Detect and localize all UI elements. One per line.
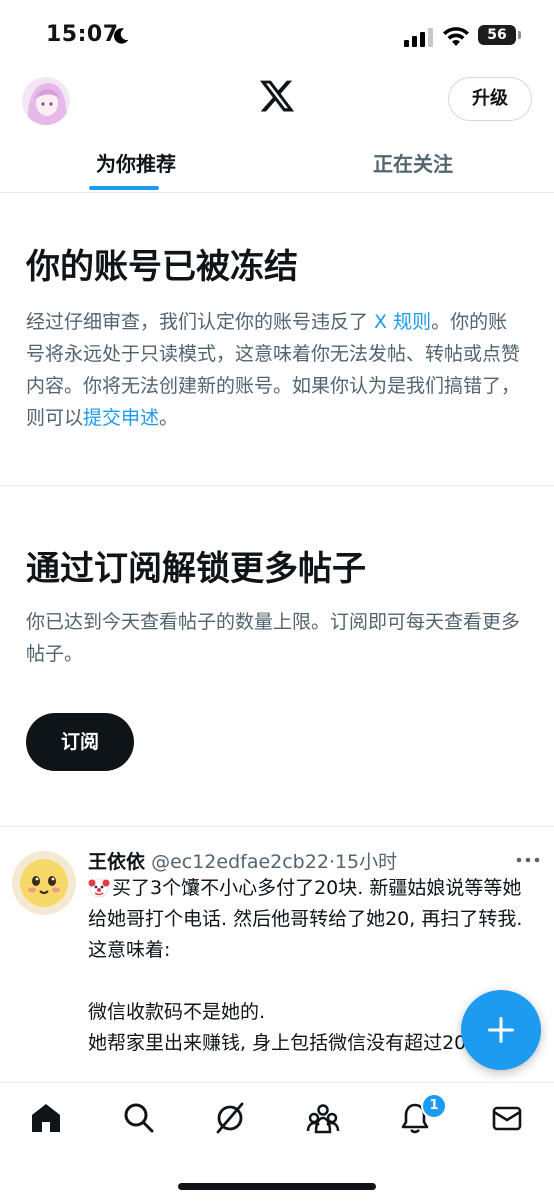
subscribe-notice: 通过订阅解锁更多帖子 你已达到今天查看帖子的数量上限。订阅即可每天查看更多帖子。… xyxy=(0,486,554,827)
tab-for-you[interactable]: 为你推荐 xyxy=(96,148,176,177)
clown-face-emoji-icon xyxy=(88,878,110,898)
messages-icon[interactable] xyxy=(490,1101,524,1135)
top-nav: 升级 为你推荐 正在关注 xyxy=(0,70,554,193)
battery-nub xyxy=(518,31,521,39)
grok-icon[interactable] xyxy=(213,1101,247,1135)
battery-percent: 56 xyxy=(487,27,507,43)
home-indicator[interactable] xyxy=(178,1183,376,1190)
subscribe-title: 通过订阅解锁更多帖子 xyxy=(26,549,366,589)
more-options-icon[interactable] xyxy=(516,857,540,863)
status-bar: 15:07 56 xyxy=(0,0,554,70)
home-icon[interactable] xyxy=(29,1101,63,1135)
tab-following[interactable]: 正在关注 xyxy=(373,148,453,177)
compose-post-button[interactable] xyxy=(461,990,541,1070)
tweet-author-handle[interactable]: @ec12edfae2cb22 xyxy=(151,851,329,873)
tweet-author-avatar[interactable] xyxy=(12,851,76,915)
frozen-title: 你的账号已被冻结 xyxy=(26,247,298,287)
tweet-author-name[interactable]: 王依依 xyxy=(88,851,145,873)
notification-badge: 1 xyxy=(421,1093,447,1119)
tweet-header: 王依依 @ec12edfae2cb22·15小时 xyxy=(88,847,397,874)
plus-icon xyxy=(488,1017,514,1043)
submit-appeal-link[interactable]: 提交申述 xyxy=(83,407,159,429)
profile-avatar[interactable] xyxy=(22,77,70,125)
battery-icon: 56 xyxy=(478,25,516,45)
tweet-text: 买了3个馕不小心多付了20块. 新疆姑娘说等等她给她哥打个电话. 然后他哥转给了… xyxy=(88,877,523,1054)
cellular-signal-icon xyxy=(404,28,433,47)
moon-icon xyxy=(114,28,129,44)
frozen-account-notice: 你的账号已被冻结 经过仔细审查，我们认定你的账号违反了 X 规则。你的账号将永远… xyxy=(0,193,554,486)
tweet-timestamp[interactable]: 15小时 xyxy=(335,851,397,873)
x-rules-link[interactable]: X 规则 xyxy=(374,311,431,333)
x-logo-icon[interactable] xyxy=(258,77,296,115)
status-time: 15:07 xyxy=(46,22,119,47)
bottom-tab-bar: 1 xyxy=(0,1082,554,1201)
subscribe-button[interactable]: 订阅 xyxy=(26,713,134,771)
frozen-body-text-1: 经过仔细审查，我们认定你的账号违反了 xyxy=(26,311,375,333)
frozen-body-text-3: 。 xyxy=(159,407,179,429)
active-tab-indicator xyxy=(89,186,159,190)
communities-icon[interactable] xyxy=(306,1101,340,1135)
search-icon[interactable] xyxy=(122,1101,156,1135)
upgrade-button[interactable]: 升级 xyxy=(448,77,532,121)
wifi-icon xyxy=(443,27,469,46)
frozen-body: 经过仔细审查，我们认定你的账号违反了 X 规则。你的账号将永远处于只读模式，这意… xyxy=(26,306,526,434)
subscribe-body: 你已达到今天查看帖子的数量上限。订阅即可每天查看更多帖子。 xyxy=(26,611,521,665)
